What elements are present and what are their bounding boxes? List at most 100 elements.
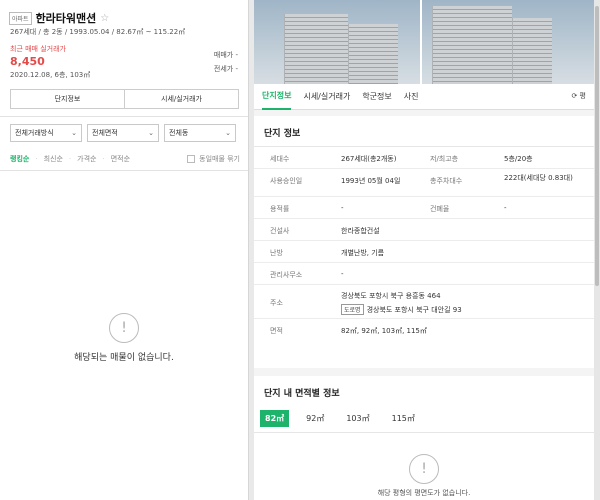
complex-header: 아파트 한라타워맨션 ☆ xyxy=(9,10,109,26)
exclamation-icon: ! xyxy=(409,454,439,484)
sale-price-summary: 매매가 - xyxy=(213,51,238,59)
divider xyxy=(0,116,248,117)
trade-type-value: 전체거래방식 xyxy=(15,129,54,137)
info-label: 저/최고층 xyxy=(430,155,459,163)
info-label: 사용승인일 xyxy=(270,177,303,185)
info-value: - xyxy=(504,204,507,212)
info-value: - xyxy=(341,204,344,212)
filter-row: 전체거래방식 ⌄ 전체면적 ⌄ 전체동 ⌄ xyxy=(10,124,236,142)
info-label: 건설사 xyxy=(270,227,290,235)
complex-info-card: 단지 정보 세대수 267세대(총2개동) 저/최고층 5층/20층 사용승인일… xyxy=(254,116,594,368)
recent-price-label: 최근 매매 실거래가 xyxy=(10,45,66,53)
building-image xyxy=(284,14,348,84)
info-row: 사용승인일 1993년 05월 04일 총주차대수 222대(세대당 0.83대… xyxy=(254,169,594,197)
sort-area[interactable]: 면적순 xyxy=(111,154,130,164)
area-tab-115[interactable]: 115㎡ xyxy=(387,410,420,427)
recent-price: 8,450 xyxy=(10,55,45,68)
tab-complex-info[interactable]: 단지정보 xyxy=(262,84,292,110)
info-value: 267세대(총2개동) xyxy=(341,155,397,163)
type-tag: 아파트 xyxy=(9,11,32,25)
sort-separator: · xyxy=(102,155,105,163)
sort-row: 랭킹순 · 최신순 · 가격순 · 면적순 동일매물 묶기 xyxy=(10,154,240,164)
recent-price-date: 2020.12.08, 6층, 103㎡ xyxy=(10,71,91,79)
info-label: 용적률 xyxy=(270,205,290,213)
info-value: 82㎡, 92㎡, 103㎡, 115㎡ xyxy=(341,327,427,335)
road-name-tag: 도로명 xyxy=(341,304,364,315)
info-row: 건설사 한라종합건설 xyxy=(254,219,594,241)
area-info-card: 단지 내 면적별 정보 82㎡ 92㎡ 103㎡ 115㎡ ! 해당 평형의 평… xyxy=(254,376,594,500)
chevron-down-icon: ⌄ xyxy=(71,129,77,137)
complex-summary: 267세대 / 총 2동 / 1993.05.04 / 82.67㎡ ~ 115… xyxy=(10,28,186,36)
sort-separator: · xyxy=(68,155,72,163)
tab-market-price[interactable]: 시세/실거래가 xyxy=(303,84,350,110)
chevron-down-icon: ⌄ xyxy=(225,129,231,137)
complex-info-table: 세대수 267세대(총2개동) 저/최고층 5층/20층 사용승인일 1993년… xyxy=(254,147,594,341)
info-label: 관리사무소 xyxy=(270,271,303,279)
sort-ranking[interactable]: 랭킹순 xyxy=(10,154,29,164)
detail-scrollbar[interactable] xyxy=(594,0,600,500)
complex-photo[interactable] xyxy=(254,0,594,84)
info-value: 222대(세대당 0.83대) xyxy=(504,174,573,182)
info-row: 면적 82㎡, 92㎡, 103㎡, 115㎡ xyxy=(254,319,594,341)
lot-address: 경상북도 포항시 북구 용흥동 464 xyxy=(341,292,441,300)
divider xyxy=(0,170,248,171)
road-address-value: 경상북도 포항시 북구 대안길 93 xyxy=(366,305,462,314)
area-select[interactable]: 전체면적 ⌄ xyxy=(87,124,159,142)
exclamation-icon: ! xyxy=(109,313,139,343)
trade-type-select[interactable]: 전체거래방식 ⌄ xyxy=(10,124,82,142)
area-tab-103[interactable]: 103㎡ xyxy=(341,410,374,427)
road-address: 도로명 경상북도 포항시 북구 대안길 93 xyxy=(341,304,462,315)
sort-separator: · xyxy=(35,155,38,163)
complex-buttons: 단지정보 시세/실거래가 xyxy=(10,89,239,109)
info-row: 용적률 - 건폐율 - xyxy=(254,197,594,219)
info-row: 주소 경상북도 포항시 북구 용흥동 464 도로명 경상북도 포항시 북구 대… xyxy=(254,285,594,319)
info-label: 세대수 xyxy=(270,155,290,163)
area-value: 전체면적 xyxy=(92,129,118,137)
building-image xyxy=(512,18,552,84)
listing-panel: 아파트 한라타워맨션 ☆ 267세대 / 총 2동 / 1993.05.04 /… xyxy=(0,0,248,500)
building-image xyxy=(348,24,398,84)
market-price-button[interactable]: 시세/실거래가 xyxy=(124,90,238,108)
same-listing-toggle[interactable]: 동일매물 묶기 xyxy=(187,154,240,164)
detail-tabs: 단지정보 시세/실거래가 학군정보 사진 ⟳ 평 xyxy=(254,84,594,110)
area-info-title: 단지 내 면적별 정보 xyxy=(264,389,340,399)
info-label: 총주차대수 xyxy=(430,177,463,185)
tab-photos[interactable]: 사진 xyxy=(404,84,419,110)
chevron-down-icon: ⌄ xyxy=(148,129,154,137)
same-listing-label: 동일매물 묶기 xyxy=(199,155,240,163)
photo-divider xyxy=(420,0,422,84)
info-value: 1993년 05월 04일 xyxy=(341,177,401,185)
area-tab-92[interactable]: 92㎡ xyxy=(301,410,329,427)
favorite-star-icon[interactable]: ☆ xyxy=(100,13,109,24)
info-label: 건폐율 xyxy=(430,205,450,213)
info-label: 주소 xyxy=(270,299,283,307)
divider xyxy=(254,432,594,433)
empty-floorplan-message: 해당 평형의 평면도가 없습니다. xyxy=(377,489,471,497)
info-label: 난방 xyxy=(270,249,283,257)
info-value: 한라종합건설 xyxy=(341,227,380,235)
app-root: 아파트 한라타워맨션 ☆ 267세대 / 총 2동 / 1993.05.04 /… xyxy=(0,0,600,500)
pyeong-toggle-button[interactable]: ⟳ 평 xyxy=(571,91,586,101)
info-value: 개별난방, 기름 xyxy=(341,249,385,257)
info-label: 면적 xyxy=(270,327,283,335)
checkbox[interactable] xyxy=(187,155,196,163)
info-row: 난방 개별난방, 기름 xyxy=(254,241,594,263)
dong-value: 전체동 xyxy=(169,129,189,137)
sort-latest[interactable]: 최신순 xyxy=(44,154,63,164)
info-value: - xyxy=(341,270,344,278)
jeonse-price-summary: 전세가 - xyxy=(213,65,238,73)
info-row: 세대수 267세대(총2개동) 저/최고층 5층/20층 xyxy=(254,147,594,169)
building-image xyxy=(432,6,512,84)
tab-school[interactable]: 학군정보 xyxy=(362,84,391,110)
scroll-thumb[interactable] xyxy=(595,6,599,286)
complex-info-title: 단지 정보 xyxy=(264,129,301,139)
empty-listing-message: 해당되는 매물이 없습니다. xyxy=(74,353,174,363)
area-tab-82[interactable]: 82㎡ xyxy=(260,410,290,427)
sort-price[interactable]: 가격순 xyxy=(77,154,96,164)
info-row: 관리사무소 - xyxy=(254,263,594,285)
complex-title: 한라타워맨션 xyxy=(35,12,97,25)
dong-select[interactable]: 전체동 ⌄ xyxy=(164,124,236,142)
info-value: 5층/20층 xyxy=(504,155,533,163)
complex-info-button[interactable]: 단지정보 xyxy=(11,90,124,108)
area-tabs: 82㎡ 92㎡ 103㎡ 115㎡ xyxy=(260,410,432,427)
